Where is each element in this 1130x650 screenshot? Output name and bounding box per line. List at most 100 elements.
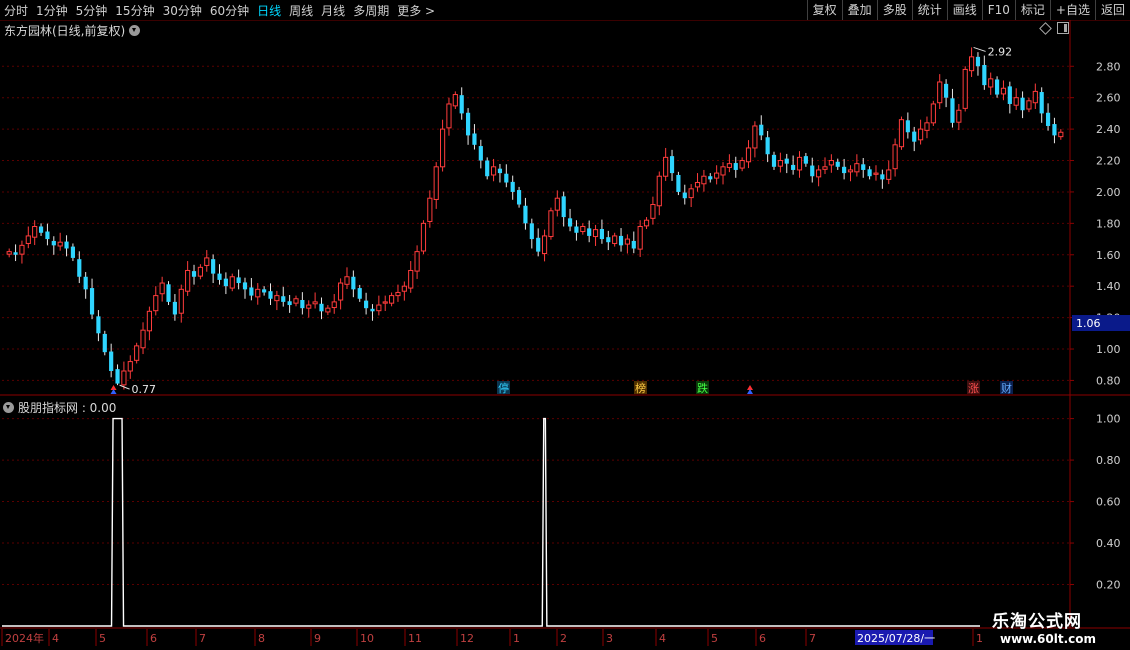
date-axis-label: 1 bbox=[976, 632, 983, 645]
candle-body bbox=[287, 301, 292, 306]
date-cursor-label: 2025/07/28/一 bbox=[857, 632, 935, 645]
current-price-value: 1.06 bbox=[1076, 317, 1101, 330]
candle-body bbox=[656, 175, 662, 207]
candle-body bbox=[504, 173, 509, 183]
candle-body bbox=[1039, 92, 1044, 114]
date-axis-label: 12 bbox=[460, 632, 474, 645]
candle-body bbox=[688, 188, 694, 199]
date-axis-label: 1 bbox=[513, 632, 520, 645]
candle-body bbox=[395, 291, 401, 297]
candle-body bbox=[344, 276, 350, 285]
indicator-title-bar: 股朋指标网 : 0.00 bbox=[3, 399, 116, 416]
candle-body bbox=[720, 166, 726, 176]
candle-body bbox=[554, 197, 560, 211]
candle-body bbox=[612, 235, 618, 244]
candle-body bbox=[357, 288, 362, 299]
chevron-down-icon[interactable] bbox=[3, 402, 14, 413]
candle-body bbox=[580, 225, 586, 233]
candle-body bbox=[459, 95, 464, 114]
event-tag: 涨 bbox=[968, 382, 979, 395]
candle-body bbox=[77, 259, 82, 277]
candle-body bbox=[803, 156, 808, 164]
date-axis-label: 7 bbox=[809, 632, 816, 645]
candle-body bbox=[988, 78, 994, 88]
candle-body bbox=[682, 192, 687, 199]
date-axis-label: 6 bbox=[150, 632, 157, 645]
candle-body bbox=[994, 79, 1000, 95]
candle-body bbox=[548, 210, 554, 238]
candle-body bbox=[828, 160, 834, 166]
indicator-title: 股朋指标网 : 0.00 bbox=[18, 401, 117, 415]
candle-body bbox=[485, 160, 490, 177]
candle-body bbox=[242, 282, 248, 290]
panel-toggle-icon[interactable] bbox=[1057, 22, 1069, 34]
candle-body bbox=[465, 112, 471, 136]
candle-body bbox=[643, 219, 650, 227]
high-pointer bbox=[973, 46, 986, 52]
candle-body bbox=[351, 276, 356, 290]
date-axis-label: 8 bbox=[258, 632, 265, 645]
indicator-axis-label: 0.40 bbox=[1096, 537, 1121, 550]
candle-body bbox=[968, 56, 975, 72]
candle-body bbox=[376, 304, 382, 312]
date-axis-label: 2 bbox=[560, 632, 567, 645]
candle-body bbox=[918, 128, 924, 141]
candle-body bbox=[810, 165, 815, 177]
kline-chart[interactable]: 2.802.602.402.202.001.801.601.401.201.00… bbox=[0, 0, 1130, 650]
candle-body bbox=[944, 83, 949, 98]
candle-body bbox=[861, 164, 866, 170]
candle-body bbox=[127, 361, 133, 372]
chevron-down-icon[interactable] bbox=[129, 25, 141, 36]
candle-body bbox=[777, 160, 783, 167]
candle-body bbox=[650, 204, 656, 219]
candle-body bbox=[669, 156, 675, 174]
candle-body bbox=[1013, 97, 1019, 106]
candle-body bbox=[842, 166, 847, 174]
date-axis-label: 9 bbox=[314, 632, 321, 645]
candle-body bbox=[172, 301, 177, 315]
candle-body bbox=[631, 240, 636, 249]
candle-body bbox=[733, 163, 738, 170]
low-price-label: 0.77 bbox=[132, 383, 157, 396]
date-axis-label: 10 bbox=[360, 632, 374, 645]
watermark-url: www.60lt.com bbox=[1000, 632, 1097, 646]
date-axis-label: 3 bbox=[606, 632, 613, 645]
candle-body bbox=[1007, 86, 1012, 104]
candle-body bbox=[191, 271, 197, 277]
candle-body bbox=[1026, 100, 1032, 110]
candle-body bbox=[886, 169, 892, 180]
candle-body bbox=[930, 103, 936, 124]
candle-body bbox=[64, 241, 69, 249]
candle-body bbox=[268, 291, 273, 299]
candle-body bbox=[1045, 112, 1051, 126]
candle-body bbox=[606, 237, 611, 243]
candle-body bbox=[370, 308, 375, 312]
candle-body bbox=[414, 251, 420, 272]
candle-body bbox=[121, 370, 127, 386]
candle-body bbox=[13, 252, 18, 255]
price-axis-label: 0.80 bbox=[1096, 374, 1121, 387]
price-axis-label: 2.80 bbox=[1096, 60, 1121, 73]
candle-body bbox=[281, 296, 286, 302]
candle-body bbox=[57, 241, 63, 247]
candle-body bbox=[587, 228, 592, 236]
price-axis-label: 1.80 bbox=[1096, 217, 1121, 230]
candle-body bbox=[765, 137, 770, 155]
candle-body bbox=[274, 295, 280, 302]
high-price-label: 2.92 bbox=[988, 45, 1013, 58]
indicator-axis-label: 1.00 bbox=[1096, 413, 1121, 426]
candle-body bbox=[25, 235, 31, 244]
candle-body bbox=[325, 307, 331, 313]
candle-body bbox=[708, 176, 713, 180]
candle-body bbox=[45, 231, 50, 240]
low-pointer bbox=[119, 384, 130, 390]
candle-body bbox=[338, 282, 344, 301]
candle-body bbox=[452, 94, 458, 107]
candle-body bbox=[401, 285, 407, 292]
candle-body bbox=[694, 182, 701, 188]
candle-body bbox=[592, 229, 599, 238]
diamond-icon[interactable] bbox=[1039, 21, 1052, 35]
candle-body bbox=[197, 266, 203, 277]
watermark-name: 乐淘公式网 bbox=[992, 612, 1082, 632]
candle-body bbox=[676, 174, 681, 192]
